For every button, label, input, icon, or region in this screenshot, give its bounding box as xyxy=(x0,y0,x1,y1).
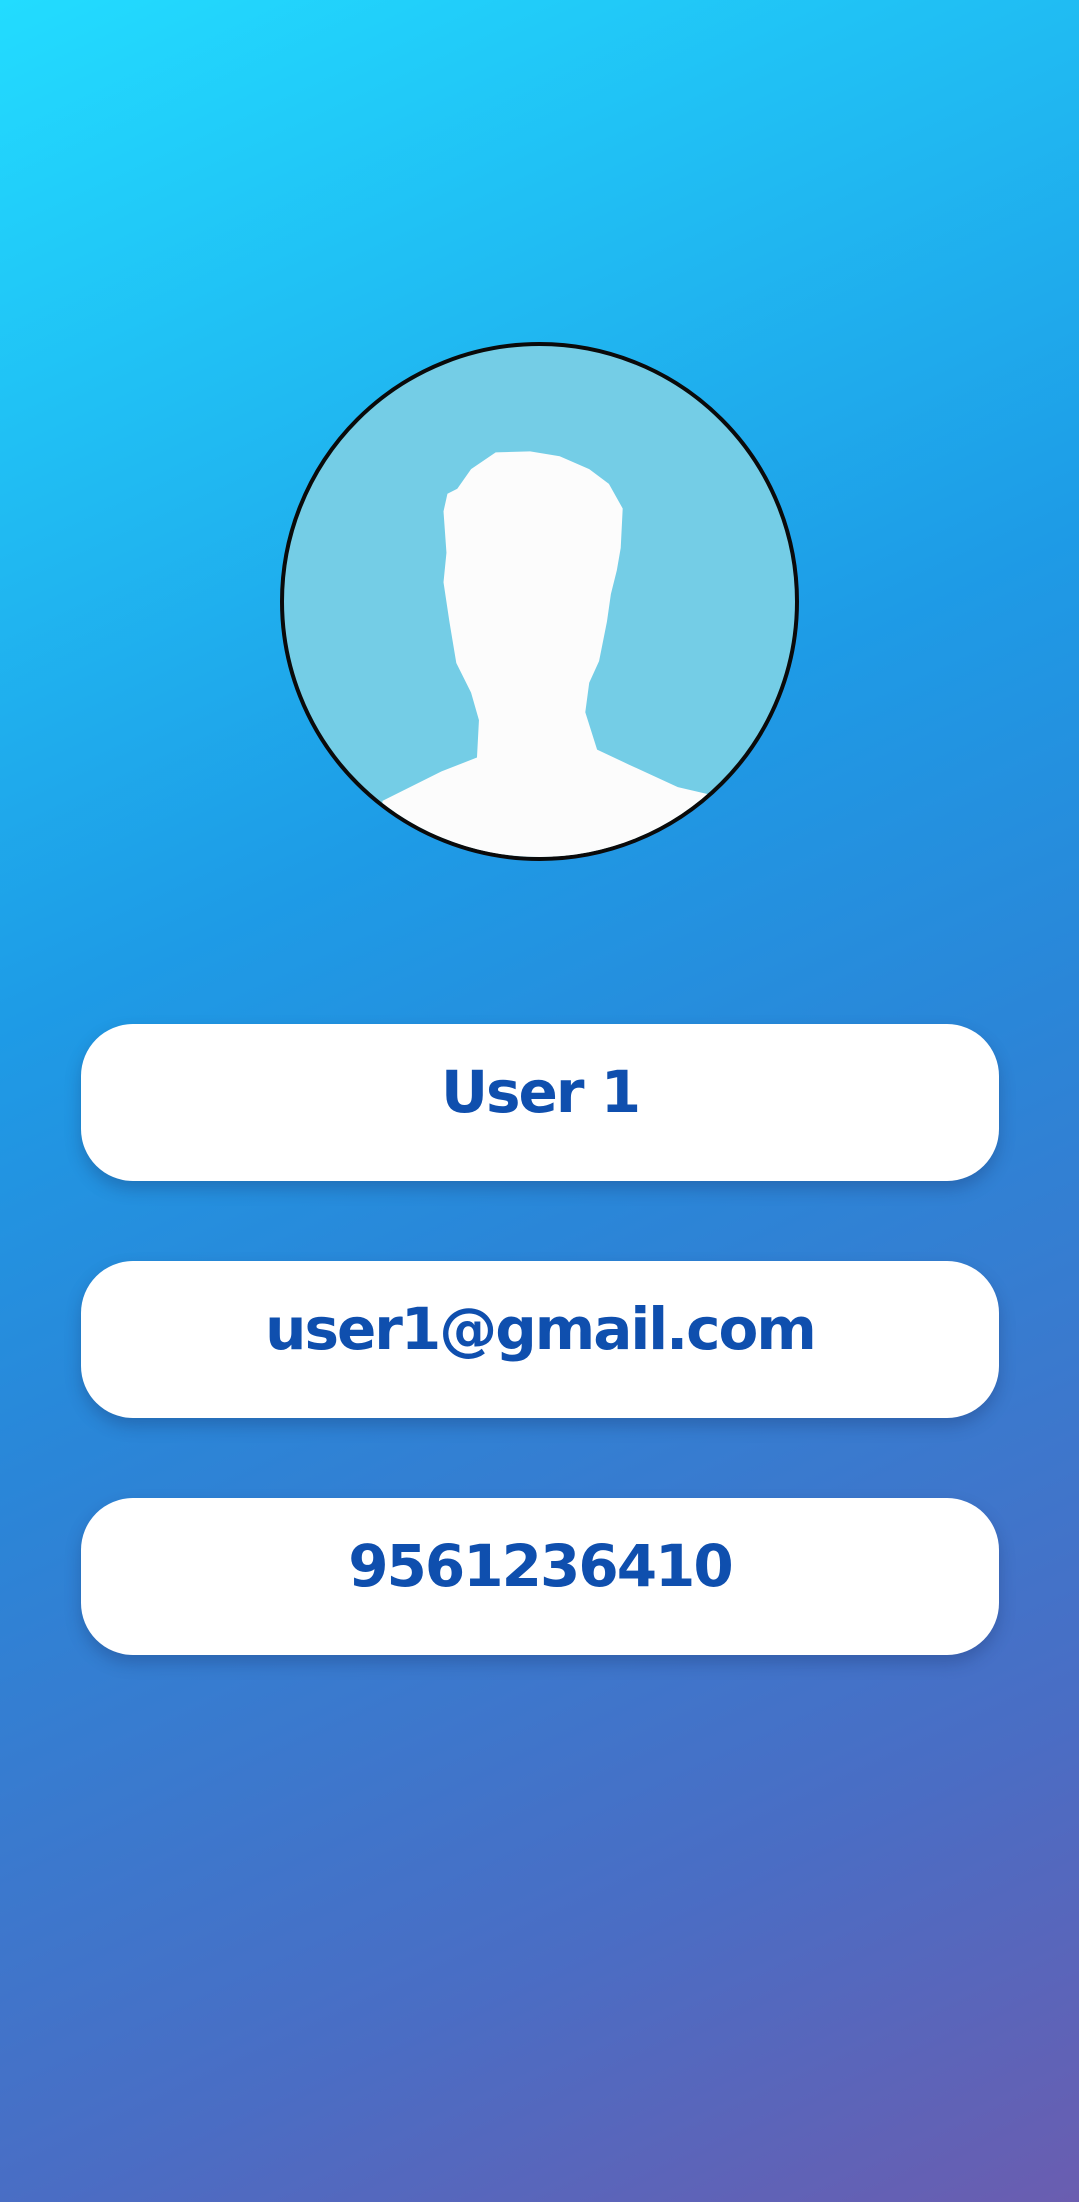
name-value: User 1 xyxy=(440,1057,641,1126)
user-silhouette-icon xyxy=(382,451,737,857)
phone-value: 9561236410 xyxy=(348,1531,734,1600)
avatar[interactable] xyxy=(280,342,799,861)
email-field[interactable]: user1@gmail.com xyxy=(81,1261,999,1418)
phone-field[interactable]: 9561236410 xyxy=(81,1498,999,1655)
email-value: user1@gmail.com xyxy=(265,1294,817,1363)
name-field[interactable]: User 1 xyxy=(81,1024,999,1181)
